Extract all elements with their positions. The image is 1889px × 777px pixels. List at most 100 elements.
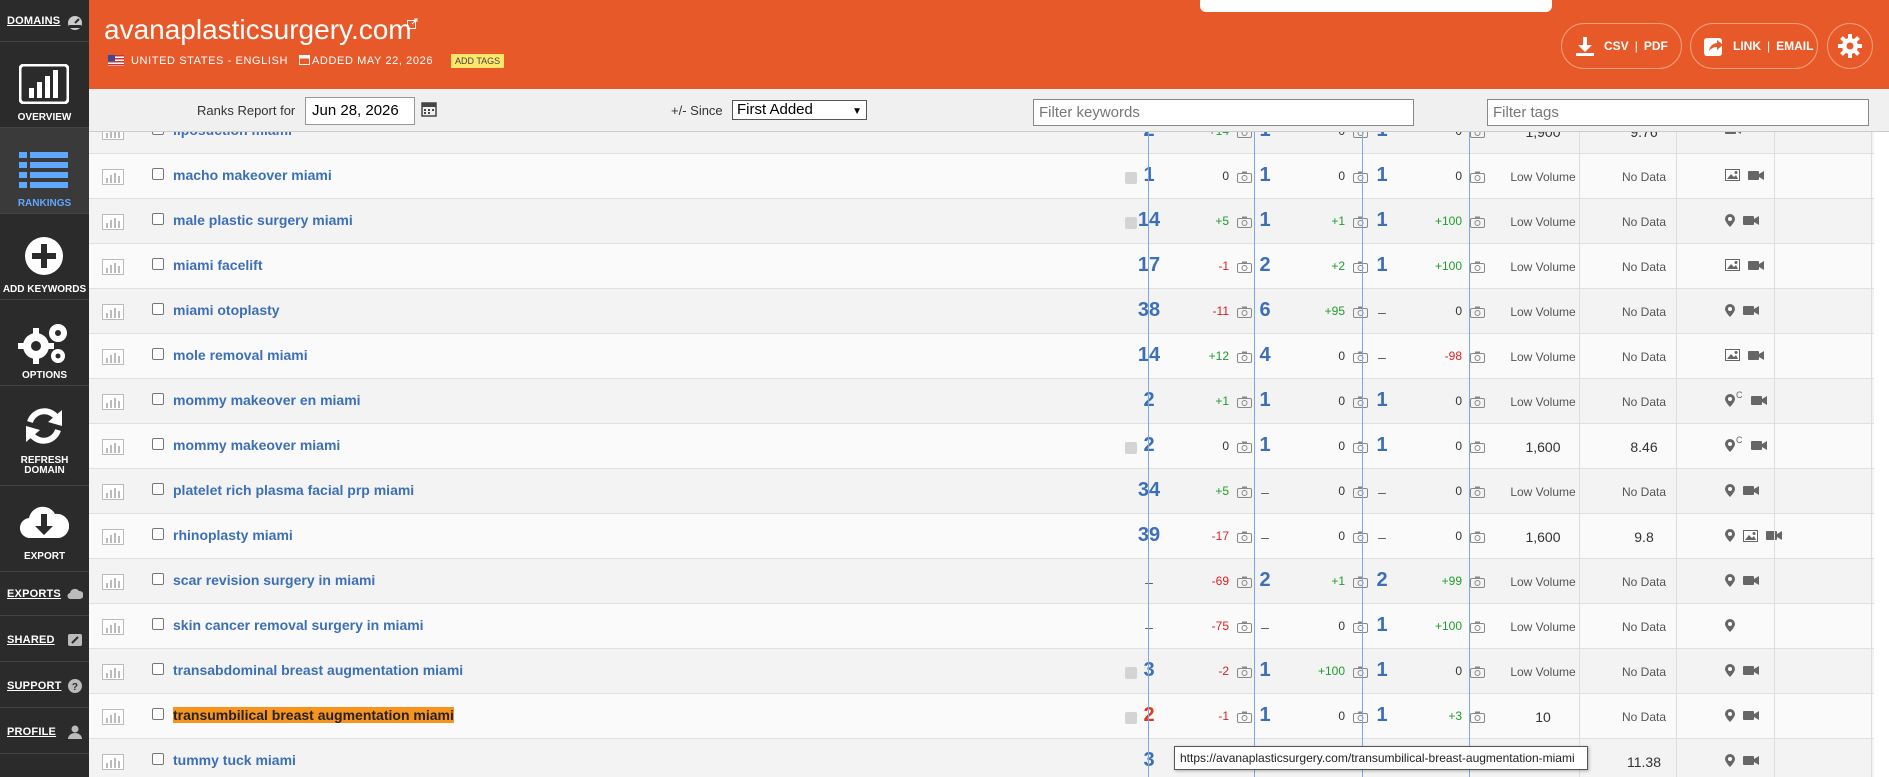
keyword-link[interactable]: male plastic surgery miami <box>173 212 353 228</box>
row-checkbox[interactable] <box>152 393 164 405</box>
sidebar-item-support[interactable]: SUPPORT ? <box>0 664 89 708</box>
row-checkbox[interactable] <box>152 528 164 540</box>
camera-icon[interactable] <box>1470 710 1485 728</box>
keyword-link[interactable]: miami facelift <box>173 257 262 273</box>
settings-button[interactable] <box>1827 23 1873 69</box>
since-select[interactable]: First Added ▼ <box>732 100 867 120</box>
link-link[interactable]: LINK <box>1733 39 1761 53</box>
rank-chart-icon[interactable] <box>102 529 124 550</box>
sidebar-item-label: PROFILE <box>7 725 57 738</box>
rank-value: – <box>1261 529 1269 545</box>
sidebar-item-rankings[interactable]: RANKINGS <box>0 128 89 214</box>
table-row: liposuction miami 2 +14 1 0 1 0 1,900 9.76 <box>89 132 1874 154</box>
email-link[interactable]: EMAIL <box>1776 39 1813 53</box>
rank-value: 1 <box>1376 164 1388 186</box>
rank-chart-icon[interactable] <box>102 349 124 370</box>
table-row: transabdominal breast augmentation miami… <box>89 649 1874 694</box>
keyword-link[interactable]: miami otoplasty <box>173 302 280 318</box>
sidebar-item-overview[interactable]: OVERVIEW <box>0 42 89 128</box>
rank-chart-icon[interactable] <box>102 664 124 685</box>
rank-value: 1 <box>1143 164 1155 186</box>
keyword-link[interactable]: transumbilical breast augmentation miami <box>173 707 454 723</box>
row-checkbox[interactable] <box>152 438 164 450</box>
rank-chart-icon[interactable] <box>102 214 124 235</box>
rank-change: +1 <box>1331 574 1345 588</box>
rank-value: 2 <box>1131 132 1167 142</box>
rank-chart-icon[interactable] <box>102 484 124 505</box>
share-link-email-button[interactable]: LINK | EMAIL <box>1690 23 1818 69</box>
rank-change: 0 <box>1222 169 1229 183</box>
keyword-link[interactable]: mole removal miami <box>173 347 308 363</box>
rank-chart-icon[interactable] <box>102 619 124 640</box>
keyword-link[interactable]: transabdominal breast augmentation miami <box>173 662 463 678</box>
rank-chart-icon[interactable] <box>102 394 124 415</box>
keyword-link[interactable]: rhinoplasty miami <box>173 527 293 543</box>
camera-icon[interactable] <box>1470 440 1485 458</box>
report-date-input[interactable]: Jun 28, 2026 <box>305 97 415 125</box>
camera-icon[interactable] <box>1470 620 1485 638</box>
external-link-icon[interactable] <box>407 18 418 29</box>
rank-chart-icon[interactable] <box>102 754 124 775</box>
row-checkbox[interactable] <box>152 573 164 585</box>
keyword-link[interactable]: macho makeover miami <box>173 167 332 183</box>
row-checkbox[interactable] <box>152 663 164 675</box>
camera-icon[interactable] <box>1470 170 1485 188</box>
row-checkbox[interactable] <box>152 348 164 360</box>
calendar-icon[interactable] <box>421 101 437 117</box>
export-csv-pdf-button[interactable]: CSV | PDF <box>1561 23 1682 69</box>
row-checkbox[interactable] <box>152 258 164 270</box>
camera-icon[interactable] <box>1470 395 1485 413</box>
keyword-filter-input[interactable]: Filter keywords <box>1033 99 1414 126</box>
camera-icon[interactable] <box>1470 485 1485 503</box>
keyword-link[interactable]: tummy tuck miami <box>173 752 296 768</box>
row-checkbox[interactable] <box>152 132 164 135</box>
keyword-link[interactable]: scar revision surgery in miami <box>173 572 375 588</box>
rank-chart-icon[interactable] <box>102 709 124 730</box>
sidebar-item-shared[interactable]: SHARED <box>0 618 89 662</box>
sidebar-item-export[interactable]: EXPORT <box>0 486 89 572</box>
sidebar-item-refresh-domain[interactable]: REFRESH DOMAIN <box>0 386 89 486</box>
row-checkbox[interactable] <box>152 708 164 720</box>
pdf-link[interactable]: PDF <box>1644 39 1668 53</box>
camera-icon[interactable] <box>1470 530 1485 548</box>
csv-link[interactable]: CSV <box>1604 39 1629 53</box>
sidebar-item-domains[interactable]: DOMAINS <box>0 0 89 42</box>
camera-icon[interactable] <box>1470 132 1485 143</box>
camera-icon[interactable] <box>1470 575 1485 593</box>
cpc-value: No Data <box>1621 620 1667 634</box>
add-tags-button[interactable]: ADD TAGS <box>451 54 505 68</box>
domain-title[interactable]: avanaplasticsurgery.com <box>104 14 412 46</box>
rank-chart-icon[interactable] <box>102 169 124 190</box>
row-checkbox[interactable] <box>152 753 164 765</box>
rank-chart-icon[interactable] <box>102 304 124 325</box>
row-checkbox[interactable] <box>152 168 164 180</box>
rank-change: 0 <box>1338 619 1345 633</box>
rank-chart-icon[interactable] <box>102 574 124 595</box>
rank-chart-icon[interactable] <box>102 132 124 145</box>
row-checkbox[interactable] <box>152 303 164 315</box>
camera-icon[interactable] <box>1470 350 1485 368</box>
row-checkbox[interactable] <box>152 483 164 495</box>
keyword-link[interactable]: liposuction miami <box>173 132 292 138</box>
sidebar-item-profile[interactable]: PROFILE <box>0 710 89 754</box>
sidebar-item-exports[interactable]: EXPORTS <box>0 572 89 616</box>
camera-icon[interactable] <box>1470 215 1485 233</box>
sidebar-item-options[interactable]: OPTIONS <box>0 300 89 386</box>
keyword-link[interactable]: mommy makeover miami <box>173 437 340 453</box>
camera-icon[interactable] <box>1470 260 1485 278</box>
rank-chart-icon[interactable] <box>102 259 124 280</box>
rank-chart-icon[interactable] <box>102 439 124 460</box>
rank-change: 0 <box>1338 709 1345 723</box>
sidebar-item-add-keywords[interactable]: ADD KEYWORDS <box>0 214 89 300</box>
keyword-link[interactable]: skin cancer removal surgery in miami <box>173 617 424 633</box>
keyword-link[interactable]: platelet rich plasma facial prp miami <box>173 482 414 498</box>
camera-icon[interactable] <box>1470 305 1485 323</box>
row-checkbox[interactable] <box>152 618 164 630</box>
table-row: skin cancer removal surgery in miami – -75… <box>89 604 1874 649</box>
keyword-link[interactable]: mommy makeover en miami <box>173 392 361 408</box>
row-checkbox[interactable] <box>152 213 164 225</box>
camera-icon[interactable] <box>1470 665 1485 683</box>
tag-filter-input[interactable]: Filter tags <box>1487 99 1869 126</box>
serp-features <box>1725 664 1759 679</box>
rank-change: 0 <box>1455 664 1462 678</box>
